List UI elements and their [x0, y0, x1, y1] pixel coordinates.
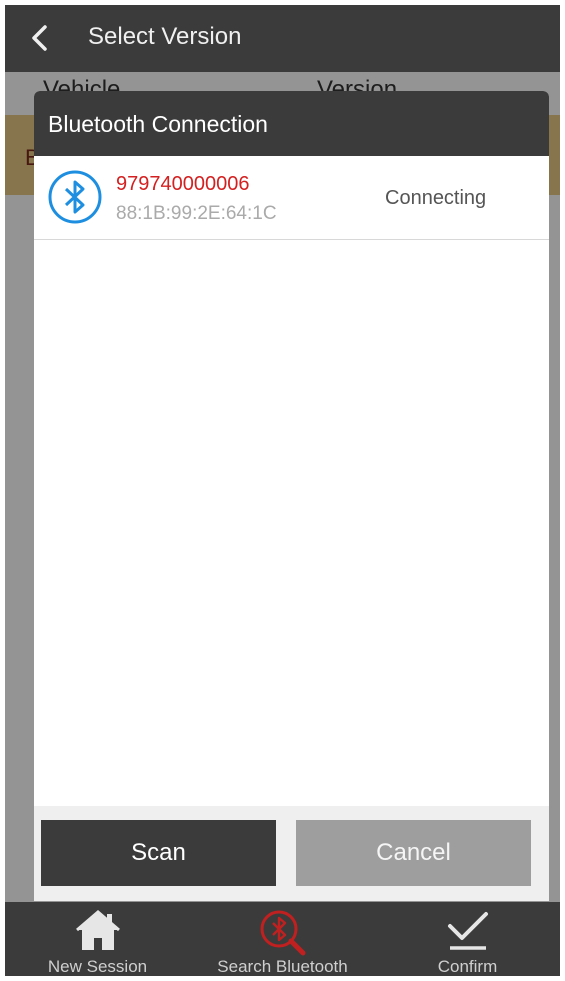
scan-button[interactable]: Scan — [41, 820, 276, 886]
device-name: 979740000006 — [116, 173, 250, 195]
back-arrow-icon[interactable] — [23, 21, 57, 55]
bluetooth-search-icon — [260, 910, 305, 956]
dialog-footer: Scan Cancel — [34, 806, 549, 901]
nav-confirm[interactable]: Confirm — [375, 902, 560, 976]
checkmark-icon — [447, 912, 488, 950]
nav-label-new-session: New Session — [47, 957, 148, 976]
cancel-button[interactable]: Cancel — [296, 820, 531, 886]
bluetooth-dialog: Bluetooth Connection 979740000006 88:1B:… — [34, 91, 549, 901]
connection-status: Connecting — [385, 187, 487, 209]
device-list-item[interactable]: 979740000006 88:1B:99:2E:64:1C Connectin… — [34, 156, 549, 240]
dialog-title: Bluetooth Connection — [48, 111, 268, 137]
nav-search-bluetooth[interactable]: Search Bluetooth — [190, 902, 375, 976]
home-icon — [75, 910, 120, 950]
nav-new-session[interactable]: New Session — [5, 902, 190, 976]
nav-label-search-bluetooth: Search Bluetooth — [217, 957, 348, 976]
top-app-bar: Select Version — [5, 5, 560, 72]
bottom-navigation: New Session Search Bluetooth Confirm — [5, 902, 560, 976]
dialog-header: Bluetooth Connection — [34, 91, 549, 156]
page-title: Select Version — [88, 23, 242, 50]
bluetooth-icon — [48, 170, 102, 224]
nav-label-confirm: Confirm — [437, 957, 498, 976]
screen: Select Version Vehicle Version B New Ses… — [5, 5, 560, 976]
device-mac-address: 88:1B:99:2E:64:1C — [116, 203, 277, 224]
